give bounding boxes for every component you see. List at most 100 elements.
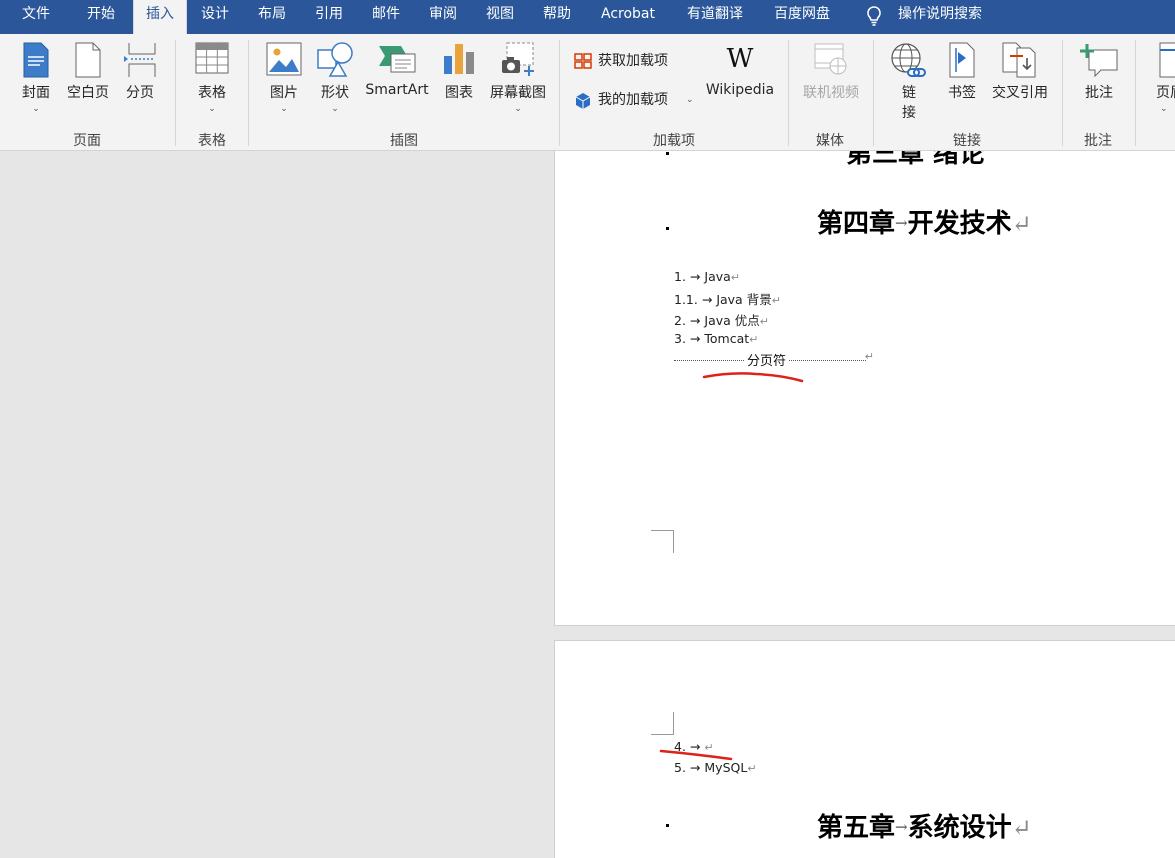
tab-arrow-mark: → <box>689 269 701 284</box>
list-text: Java <box>704 269 731 284</box>
paragraph-mark: ↵ <box>771 294 781 307</box>
list-text: Java 背景 <box>716 292 772 307</box>
cover-page-icon <box>23 42 49 78</box>
wikipedia-button[interactable]: W Wikipedia <box>702 34 778 124</box>
smartart-button[interactable]: SmartArt <box>362 34 432 124</box>
tab-view[interactable]: 视图 <box>486 0 514 34</box>
comments-group-label: 批注 <box>1084 133 1112 149</box>
tab-help[interactable]: 帮助 <box>543 0 571 34</box>
online-video-button[interactable]: 联机视频 <box>797 34 865 124</box>
tab-acrobat[interactable]: Acrobat <box>601 0 655 34</box>
new-comment-button[interactable]: 批注 <box>1072 34 1126 124</box>
header-icon <box>1159 42 1175 78</box>
tab-youdao-translate[interactable]: 有道翻译 <box>687 0 743 34</box>
chevron-down-icon: ⌄ <box>1160 104 1168 114</box>
paragraph-mark: ↵ <box>759 315 769 328</box>
screenshot-button[interactable]: 屏幕截图 ⌄ <box>485 34 551 124</box>
tab-home[interactable]: 开始 <box>87 0 115 34</box>
document-page-1[interactable]: 第三章 绪论 第四章→开发技术↵ 1. → Java↵ 1.1. → Java … <box>554 151 1175 626</box>
list-item: 2. → Java 优点↵ <box>674 310 769 329</box>
shapes-button[interactable]: 形状 ⌄ <box>312 34 358 124</box>
table-button[interactable]: 表格 ⌄ <box>186 34 238 124</box>
list-item: 1.1. → Java 背景↵ <box>674 289 781 308</box>
list-number: 2. <box>674 313 686 328</box>
group-separator <box>788 40 789 146</box>
my-addins-label: 我的加载项 <box>598 92 668 108</box>
tab-design[interactable]: 设计 <box>201 0 229 34</box>
wikipedia-icon: W <box>726 44 754 74</box>
tab-layout[interactable]: 布局 <box>258 0 286 34</box>
screenshot-icon <box>502 42 534 76</box>
picture-button[interactable]: 图片 ⌄ <box>261 34 307 124</box>
header-label: 页眉 <box>1156 85 1175 101</box>
document-page-2[interactable]: 4. → ↵ 5. → MySQL↵ 第五章→系统设计↵ <box>554 640 1175 858</box>
header-button[interactable]: 页眉 ⌄ <box>1152 34 1175 124</box>
list-number: 1. <box>674 269 686 284</box>
store-grid-icon <box>574 53 592 69</box>
list-item: 3. → Tomcat↵ <box>674 331 758 346</box>
table-icon <box>195 42 229 74</box>
my-addins-button[interactable]: 我的加载项 ⌄ <box>574 89 698 111</box>
smartart-label: SmartArt <box>365 82 429 98</box>
link-label-1: 链 <box>902 85 916 101</box>
chart-button[interactable]: 图表 <box>438 34 480 124</box>
get-addins-label: 获取加载项 <box>598 53 668 69</box>
globe-link-icon <box>891 43 926 77</box>
online-video-label: 联机视频 <box>803 85 859 101</box>
tab-insert[interactable]: 插入 <box>133 0 187 34</box>
ribbon-tab-bar: 文件 开始 插入 设计 布局 引用 邮件 审阅 视图 帮助 Acrobat 有道… <box>0 0 1175 34</box>
red-strike-annotation <box>659 749 733 761</box>
comment-add-icon <box>1080 44 1118 78</box>
cover-page-button[interactable]: 封面 ⌄ <box>12 34 60 124</box>
chevron-down-icon: ⌄ <box>331 104 339 114</box>
blank-page-button[interactable]: 空白页 <box>62 34 114 124</box>
link-button[interactable]: 链 接 <box>884 34 934 124</box>
paragraph-bullet-mark <box>666 227 669 230</box>
group-separator <box>1135 40 1136 146</box>
wikipedia-label: Wikipedia <box>705 82 775 98</box>
group-separator <box>873 40 874 146</box>
paragraph-mark: ↵ <box>730 271 741 284</box>
heading-chapter-4: 第四章→开发技术↵ <box>817 203 1032 240</box>
tab-arrow-mark: → <box>895 818 908 836</box>
chevron-down-icon: ⌄ <box>32 104 40 114</box>
bookmark-icon <box>949 42 975 78</box>
bookmark-button[interactable]: 书签 <box>940 34 984 124</box>
lightbulb-icon <box>867 6 881 26</box>
link-label-2: 接 <box>902 105 916 121</box>
ribbon-insert: 封面 ⌄ 空白页 分页 页面 表格 ⌄ 表格 图片 ⌄ 形状 ⌄ SmartAr… <box>0 34 1175 151</box>
chevron-down-icon: ⌄ <box>208 104 216 114</box>
online-video-icon <box>814 43 847 75</box>
table-label: 表格 <box>198 85 226 101</box>
list-text: Tomcat <box>704 331 750 346</box>
media-group-label: 媒体 <box>816 133 844 149</box>
paragraph-mark: ↵ <box>864 350 874 363</box>
tab-references[interactable]: 引用 <box>315 0 343 34</box>
cross-reference-label: 交叉引用 <box>992 85 1048 101</box>
comment-label: 批注 <box>1085 85 1113 101</box>
tab-arrow-mark: → <box>701 292 713 307</box>
list-item: 1. → Java↵ <box>674 269 740 284</box>
addin-cube-icon <box>575 93 591 109</box>
list-number: 3. <box>674 331 686 346</box>
links-group-label: 链接 <box>953 133 981 149</box>
tab-mailings[interactable]: 邮件 <box>372 0 400 34</box>
get-addins-button[interactable]: 获取加载项 <box>574 50 684 72</box>
list-number: 1.1. <box>674 292 698 307</box>
heading-chapter-5: 第五章→系统设计↵ <box>817 807 1032 844</box>
page-break-text: 分页符 <box>745 350 789 369</box>
blank-page-label: 空白页 <box>67 85 109 101</box>
heading-title: 系统设计 <box>907 813 1012 843</box>
chevron-down-icon: ⌄ <box>280 104 288 114</box>
tab-file[interactable]: 文件 <box>22 0 50 34</box>
chart-icon <box>444 44 474 74</box>
tell-me-label: 操作说明搜索 <box>898 6 982 22</box>
paragraph-mark: ↵ <box>1011 210 1032 238</box>
heading-number: 第四章 <box>817 209 896 239</box>
tab-review[interactable]: 审阅 <box>429 0 457 34</box>
paragraph-mark: ↵ <box>749 333 759 346</box>
tab-baidu-netdisk[interactable]: 百度网盘 <box>774 0 830 34</box>
tab-arrow-mark: → <box>895 214 908 232</box>
cross-reference-button[interactable]: 交叉引用 <box>988 34 1052 124</box>
page-break-button[interactable]: 分页 <box>117 34 163 124</box>
